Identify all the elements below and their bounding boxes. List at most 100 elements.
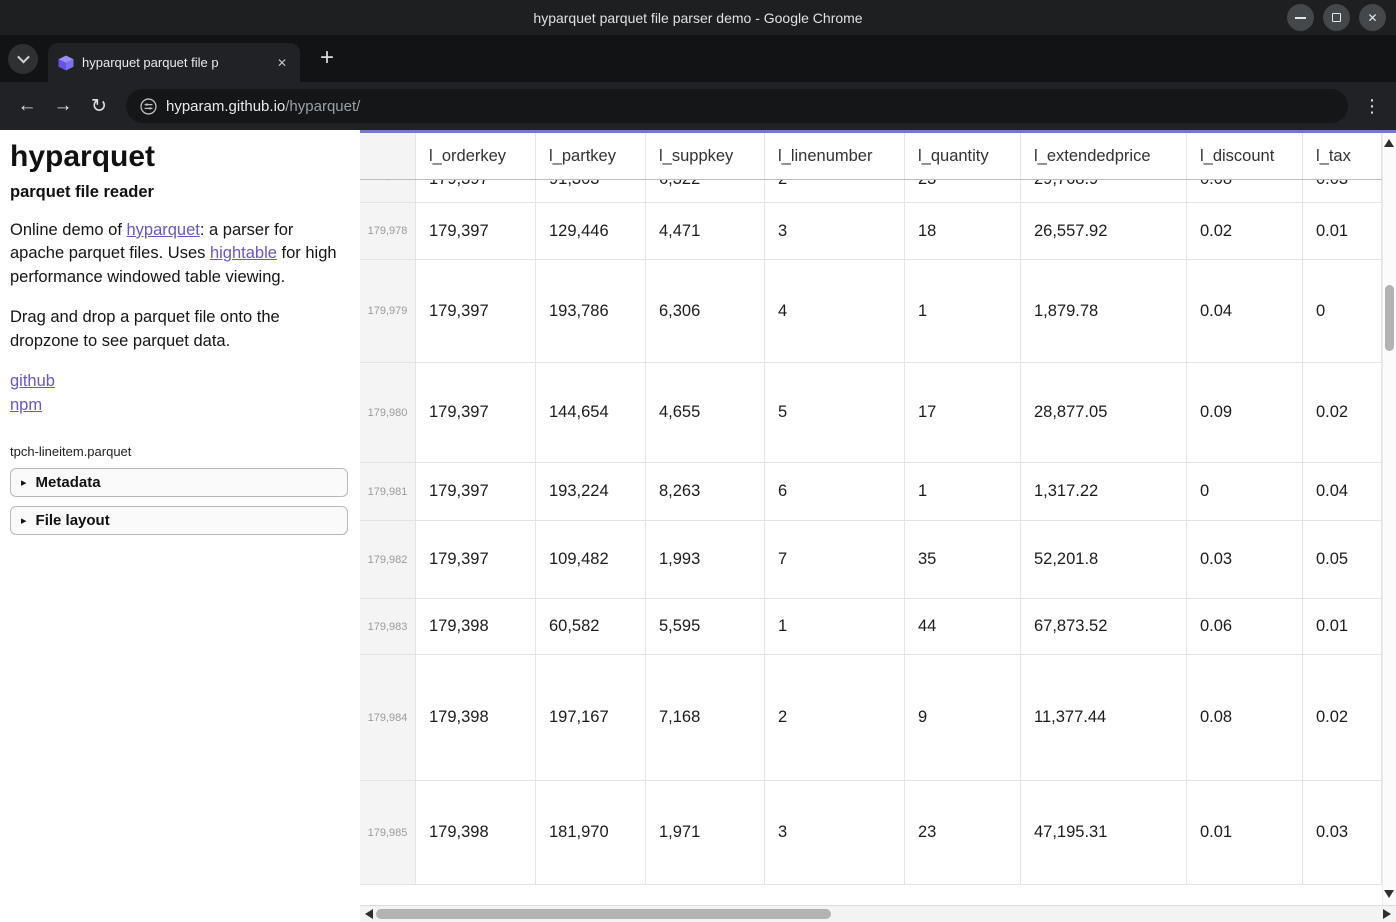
cell[interactable]: 7,168 (646, 655, 765, 780)
cell[interactable]: 1,317.22 (1021, 463, 1187, 520)
address-bar[interactable]: hyparam.github.io/hyparquet/ (126, 89, 1348, 123)
cell[interactable]: 9 (905, 655, 1021, 780)
cell[interactable]: 0 (1303, 260, 1382, 362)
column-header-l_extendedprice[interactable]: l_extendedprice (1021, 133, 1187, 179)
cell[interactable]: 0.02 (1303, 363, 1382, 462)
cell[interactable]: 179,397 (416, 260, 536, 362)
hyparquet-link[interactable]: hyparquet (126, 221, 199, 239)
cell[interactable]: 179,397 (416, 363, 536, 462)
cell[interactable]: 0.01 (1303, 203, 1382, 259)
horizontal-scroll-thumb[interactable] (376, 909, 831, 919)
cell[interactable]: 144,654 (536, 363, 646, 462)
cell[interactable]: 179,397 (416, 203, 536, 259)
scroll-right-icon[interactable] (1383, 909, 1391, 919)
back-button[interactable]: ← (10, 89, 44, 123)
cell[interactable]: 109,482 (536, 521, 646, 598)
column-header-l_partkey[interactable]: l_partkey (536, 133, 646, 179)
forward-button[interactable]: → (46, 89, 80, 123)
cell[interactable]: 0.02 (1187, 203, 1303, 259)
cell[interactable]: 193,786 (536, 260, 646, 362)
github-link[interactable]: github (10, 370, 55, 393)
cell[interactable]: 5,595 (646, 599, 765, 654)
scroll-left-icon[interactable] (365, 909, 373, 919)
browser-menu-icon[interactable]: ⋮ (1358, 96, 1386, 117)
cell[interactable]: 1 (905, 463, 1021, 520)
cell[interactable]: 47,195.31 (1021, 781, 1187, 884)
cell[interactable]: 2 (765, 180, 905, 202)
minimize-button[interactable] (1287, 4, 1314, 31)
metadata-section-toggle[interactable]: ▸ Metadata (10, 468, 348, 497)
cell[interactable]: 0.08 (1187, 180, 1303, 202)
cell[interactable]: 179,397 (416, 521, 536, 598)
hightable-link[interactable]: hightable (210, 244, 277, 262)
cell[interactable]: 0.04 (1303, 463, 1382, 520)
cell[interactable]: 0.01 (1187, 781, 1303, 884)
cell[interactable]: 4,471 (646, 203, 765, 259)
cell[interactable]: 1,971 (646, 781, 765, 884)
cell[interactable]: 23 (905, 180, 1021, 202)
cell[interactable]: 181,970 (536, 781, 646, 884)
column-header-l_orderkey[interactable]: l_orderkey (416, 133, 536, 179)
cell[interactable]: 3 (765, 781, 905, 884)
cell[interactable]: 0 (1187, 463, 1303, 520)
cell[interactable]: 8,263 (646, 463, 765, 520)
cell[interactable]: 193,224 (536, 463, 646, 520)
horizontal-scrollbar[interactable] (360, 905, 1396, 922)
reload-button[interactable]: ↻ (82, 89, 116, 123)
column-header-l_linenumber[interactable]: l_linenumber (765, 133, 905, 179)
cell[interactable]: 0.03 (1187, 521, 1303, 598)
tab-search-button[interactable] (8, 44, 38, 74)
cell[interactable]: 0.06 (1187, 599, 1303, 654)
scroll-up-icon[interactable] (1384, 139, 1394, 147)
browser-tab[interactable]: hyparquet parquet file p ✕ (48, 43, 300, 82)
cell[interactable]: 0.09 (1187, 363, 1303, 462)
column-header-l_suppkey[interactable]: l_suppkey (646, 133, 765, 179)
cell[interactable]: 6 (765, 463, 905, 520)
column-header-l_quantity[interactable]: l_quantity (905, 133, 1021, 179)
cell[interactable]: 6,322 (646, 180, 765, 202)
cell[interactable]: 91,303 (536, 180, 646, 202)
cell[interactable]: 35 (905, 521, 1021, 598)
tab-close-icon[interactable]: ✕ (272, 53, 292, 73)
cell[interactable]: 67,873.52 (1021, 599, 1187, 654)
cell[interactable]: 0.04 (1187, 260, 1303, 362)
cell[interactable]: 17 (905, 363, 1021, 462)
cell[interactable]: 1,993 (646, 521, 765, 598)
cell[interactable]: 6,306 (646, 260, 765, 362)
maximize-button[interactable] (1323, 4, 1350, 31)
site-settings-icon[interactable] (140, 98, 157, 115)
cell[interactable]: 2 (765, 655, 905, 780)
cell[interactable]: 179,398 (416, 655, 536, 780)
cell[interactable]: 5 (765, 363, 905, 462)
column-header-l_discount[interactable]: l_discount (1187, 133, 1303, 179)
cell[interactable]: 60,582 (536, 599, 646, 654)
cell[interactable]: 0.02 (1303, 655, 1382, 780)
cell[interactable]: 179,397 (416, 180, 536, 202)
scroll-down-icon[interactable] (1384, 890, 1394, 898)
cell[interactable]: 4 (765, 260, 905, 362)
cell[interactable]: 129,446 (536, 203, 646, 259)
cell[interactable]: 1 (765, 599, 905, 654)
cell[interactable]: 44 (905, 599, 1021, 654)
cell[interactable]: 18 (905, 203, 1021, 259)
cell[interactable]: 28,877.05 (1021, 363, 1187, 462)
cell[interactable]: 197,167 (536, 655, 646, 780)
cell[interactable]: 3 (765, 203, 905, 259)
cell[interactable]: 52,201.8 (1021, 521, 1187, 598)
cell[interactable]: 26,557.92 (1021, 203, 1187, 259)
cell[interactable]: 179,398 (416, 781, 536, 884)
cell[interactable]: 0.08 (1187, 655, 1303, 780)
cell[interactable]: 23 (905, 781, 1021, 884)
cell[interactable]: 1 (905, 260, 1021, 362)
cell[interactable]: 0.03 (1303, 180, 1382, 202)
vertical-scrollbar[interactable] (1382, 133, 1396, 905)
cell[interactable]: 7 (765, 521, 905, 598)
new-tab-button[interactable]: + (312, 44, 342, 74)
close-button[interactable]: ✕ (1359, 4, 1386, 31)
cell[interactable]: 0.01 (1303, 599, 1382, 654)
cell[interactable]: 4,655 (646, 363, 765, 462)
file-layout-section-toggle[interactable]: ▸ File layout (10, 506, 348, 535)
cell[interactable]: 0.05 (1303, 521, 1382, 598)
cell[interactable]: 1,879.78 (1021, 260, 1187, 362)
vertical-scroll-thumb[interactable] (1385, 285, 1394, 351)
